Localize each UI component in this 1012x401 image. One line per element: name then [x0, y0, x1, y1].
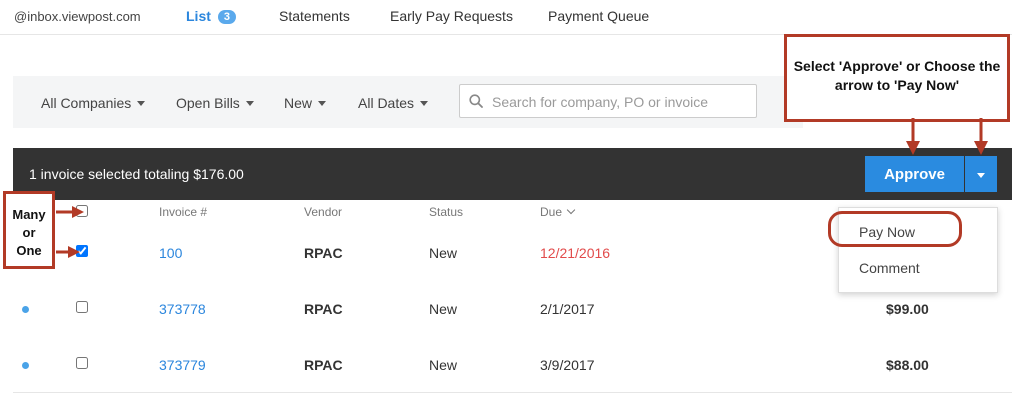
arrowhead-down-icon	[974, 141, 988, 155]
arrowhead-down-icon	[906, 141, 920, 155]
arrowhead-right-icon	[68, 246, 80, 258]
arrowhead-right-icon	[72, 206, 84, 218]
annotation-arrows	[56, 118, 988, 258]
